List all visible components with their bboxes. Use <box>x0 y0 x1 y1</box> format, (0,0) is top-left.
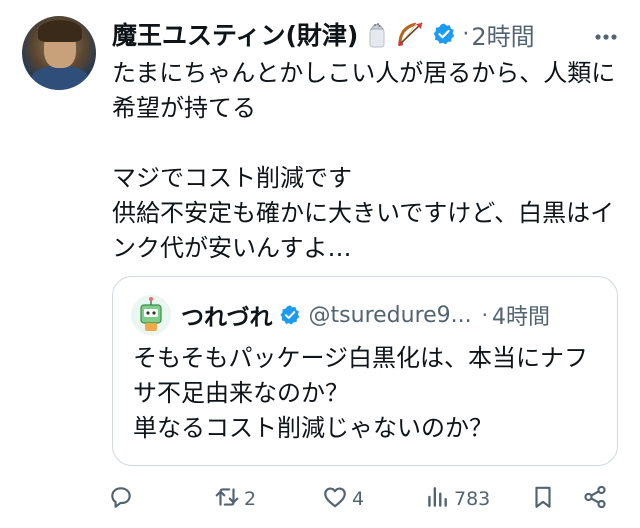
bookmark-icon <box>530 484 556 515</box>
avatar-hair <box>38 20 82 42</box>
tweet-timestamp[interactable]: 2時間 <box>471 17 534 52</box>
like-count: 4 <box>352 488 365 510</box>
author-name[interactable]: 魔王ユスティン(財津) <box>112 16 358 52</box>
tweet-text-line <box>112 126 622 161</box>
tweet-text: たまにちゃんとかしこい人が居るから、人類に希望が持てる マジでコスト削減です 供… <box>112 56 622 266</box>
reply-button[interactable] <box>108 482 138 516</box>
like-button[interactable]: 4 <box>322 482 364 516</box>
bookmark-button[interactable] <box>530 482 556 516</box>
views-count: 783 <box>454 488 491 510</box>
views-button[interactable]: 783 <box>424 482 490 516</box>
heart-icon <box>322 484 348 515</box>
more-options-icon[interactable] <box>594 26 618 40</box>
tweet-text-line: マジでコスト削減です <box>112 164 352 192</box>
retweet-count: 2 <box>244 488 257 510</box>
quoted-tweet-text: そもそもパッケージ白黒化は、本当にナフサ不足由来なのか？ 単なるコスト削減じゃな… <box>133 341 603 446</box>
tweet-action-bar: 2 4 783 <box>108 482 628 516</box>
quoted-text-line: そもそもパッケージ白黒化は、本当にナフサ不足由来なのか？ <box>133 344 589 407</box>
tweet-header: 魔王ユスティン(財津) · 2時間 <box>112 14 535 54</box>
share-button[interactable] <box>582 482 608 516</box>
analytics-icon <box>424 484 450 515</box>
bow-and-arrow-icon <box>396 20 426 48</box>
tweet-text-line: たまにちゃんとかしこい人が居るから、人類に希望が持てる <box>112 59 616 122</box>
avatar-body <box>30 66 90 90</box>
quoted-tweet-header: つれづれ @tsuredure9... · 4時間 <box>181 297 550 333</box>
verified-badge-icon <box>432 22 456 46</box>
quoted-header-separator: · <box>481 303 489 327</box>
quoted-text-line: 単なるコスト削減じゃないのか？ <box>133 414 493 442</box>
quoted-tweet-card[interactable]: つれづれ @tsuredure9... · 4時間 そもそもパッケージ白黒化は、… <box>112 276 618 466</box>
quoted-author-handle[interactable]: @tsuredure9... <box>309 303 472 328</box>
share-icon <box>582 484 608 515</box>
header-separator: · <box>462 21 470 47</box>
quoted-author-name[interactable]: つれづれ <box>181 298 273 332</box>
quoted-author-avatar[interactable] <box>131 295 171 335</box>
author-avatar[interactable] <box>22 16 96 90</box>
tweet-text-line: 供給不安定も確かに大きいですけど、白黒はインク代が安いんすよ… <box>112 199 615 262</box>
salt-shaker-icon <box>366 20 388 48</box>
retweet-icon <box>214 484 240 515</box>
verified-badge-icon <box>279 304 301 326</box>
quoted-tweet-timestamp[interactable]: 4時間 <box>492 299 550 331</box>
retweet-button[interactable]: 2 <box>214 482 256 516</box>
reply-icon <box>108 484 134 515</box>
